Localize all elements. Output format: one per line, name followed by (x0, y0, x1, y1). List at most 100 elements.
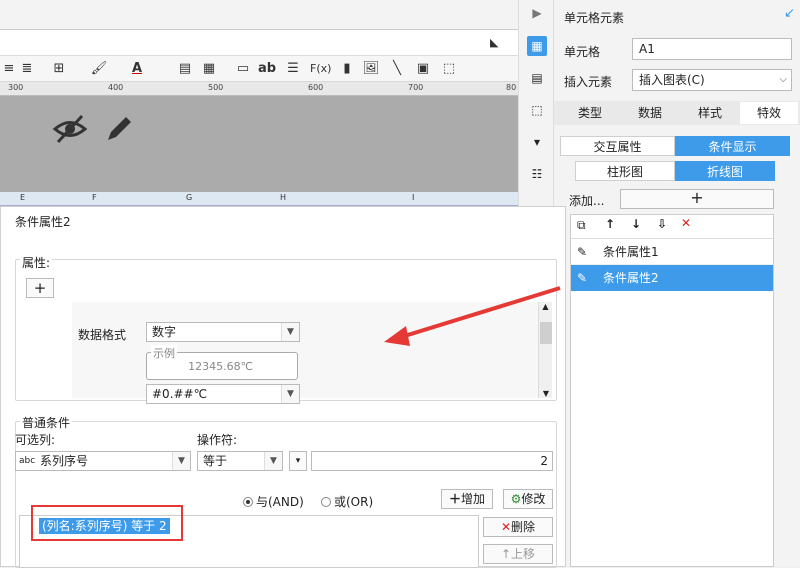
column-header-cell[interactable]: H (280, 193, 286, 202)
list-toolbar: ⧉ ↑ ↓ ⇩ ✕ (571, 215, 773, 239)
move-down-icon[interactable]: ↓ (631, 217, 641, 231)
image-icon[interactable]: 🖼 (362, 60, 380, 78)
list-widget-icon[interactable]: ☷ (527, 164, 547, 184)
insert-element-label: 插入元素 (564, 75, 613, 89)
add-btn-label: 增加 (461, 492, 486, 506)
chevron-down-icon[interactable]: ▼ (264, 452, 282, 470)
ruler-tick: 700 (408, 83, 424, 92)
ruler-tick: 600 (308, 83, 324, 92)
border-icon[interactable]: ⊞ (50, 60, 68, 78)
or-radio[interactable]: 或(OR) (321, 493, 373, 510)
value-type-button[interactable]: ▾ (289, 451, 307, 471)
edit-icon[interactable] (104, 112, 136, 144)
tab-type[interactable]: 类型 (560, 102, 620, 124)
value-text: 2 (540, 454, 548, 468)
frame-icon[interactable]: ⬚ (440, 60, 458, 78)
format-toolbar: ≡ ≣ ⊞ 🖌 A ▤ ▦ ▭ ab ☰ F(x) ▮ 🖼 ╲ ▣ ⬚ (0, 56, 518, 82)
move-up-button[interactable]: ↑上移 (483, 544, 553, 564)
copy-icon[interactable]: ⧉ (577, 218, 586, 233)
formula-icon[interactable]: F(x) (310, 60, 331, 78)
add-property-button[interactable]: + (26, 278, 54, 298)
format-pattern-select[interactable]: #0.##℃ ▼ (146, 384, 300, 404)
list-item[interactable]: ✎ 条件属性2 (571, 265, 773, 291)
merge-icon[interactable]: ▤ (176, 60, 194, 78)
chevron-down-icon[interactable]: ⌵ (779, 70, 787, 90)
chevron-down-icon[interactable]: ▼ (281, 323, 299, 341)
chart-icon[interactable]: ▮ (338, 60, 356, 78)
cell-label: 单元格 (564, 45, 601, 59)
list-item-label: 条件属性2 (603, 271, 659, 285)
tab-effects[interactable]: 特效 (740, 102, 798, 124)
dropdown-widget-icon[interactable]: ▾ (527, 132, 547, 152)
tab-style[interactable]: 样式 (680, 102, 740, 124)
operator-select[interactable]: 等于 ▼ (197, 451, 283, 471)
list-item-label: 条件属性1 (603, 245, 659, 259)
cell-attribute-icon[interactable]: ▤ (527, 68, 547, 88)
column-header-cell[interactable]: I (412, 193, 414, 202)
subreport-icon[interactable]: ▣ (414, 60, 432, 78)
insert-element-value: 插入图表(C) (639, 73, 705, 87)
add-condition-button[interactable]: ＋增加 (441, 489, 493, 509)
subtab-interaction[interactable]: 交互属性 (560, 136, 675, 156)
chevron-down-icon[interactable]: ▼ (172, 452, 190, 470)
modify-btn-label: 修改 (521, 492, 546, 506)
scroll-down-icon[interactable]: ▼ (539, 389, 553, 398)
operator-label: 操作符: (197, 433, 238, 447)
hide-icon[interactable] (52, 114, 88, 144)
cell-element-icon[interactable]: ▦ (527, 36, 547, 56)
cell-field[interactable]: A1 (632, 38, 792, 60)
up-btn-label: 上移 (511, 547, 536, 561)
pin-icon[interactable]: ↙ (784, 6, 795, 21)
canvas-area-header (0, 30, 518, 56)
tab-data[interactable]: 数据 (620, 102, 680, 124)
subtab-condition-display[interactable]: 条件显示 (675, 136, 790, 156)
text-icon[interactable]: ab (258, 60, 276, 78)
rich-text-icon[interactable]: ☰ (284, 60, 302, 78)
table-icon[interactable]: ▦ (200, 60, 218, 78)
move-up-icon[interactable]: ↑ (605, 217, 615, 231)
data-format-select[interactable]: 数字 ▼ (146, 322, 300, 342)
column-header-cell[interactable]: F (92, 193, 97, 202)
sort-icon[interactable]: ⇩ (657, 217, 667, 231)
example-box: 示例 12345.68℃ (146, 345, 298, 380)
fill-color-icon[interactable]: 🖌 (90, 60, 108, 78)
highlight-annotation (31, 505, 183, 541)
modify-condition-button[interactable]: ⚙修改 (503, 489, 553, 509)
list-item[interactable]: ✎ 条件属性1 (571, 239, 773, 265)
design-canvas[interactable] (0, 96, 518, 192)
font-color-icon[interactable]: A (128, 60, 146, 78)
align-center-icon[interactable]: ≡ (0, 60, 18, 78)
column-header-cell[interactable]: E (20, 193, 25, 202)
add-condition-button[interactable]: + (620, 189, 774, 209)
expand-icon[interactable]: ◣ (490, 36, 498, 49)
add-label: 添加... (569, 194, 605, 208)
condition-list: ⧉ ↑ ↓ ⇩ ✕ ✎ 条件属性1 ✎ 条件属性2 (570, 214, 774, 567)
ruler-tick: 80 (506, 83, 517, 92)
plus-icon: ＋ (448, 492, 461, 506)
radio-or-icon[interactable] (321, 497, 331, 507)
condition-dialog: 条件属性2 属性: + 数据格式 数字 ▼ 示例 12345.68℃ #0.##… (0, 206, 566, 568)
widget-icon[interactable]: ⬚ (527, 100, 547, 120)
slash-icon[interactable]: ╲ (388, 60, 406, 78)
chevron-down-icon[interactable]: ▼ (281, 385, 299, 403)
delete-icon[interactable]: ✕ (681, 216, 691, 230)
column-value: 系列序号 (40, 454, 89, 468)
properties-panel: 单元格元素 ↙ 单元格 A1 插入元素 插入图表(C) ⌵ 类型 数据 样式 特… (554, 0, 800, 567)
insert-element-select[interactable]: 插入图表(C) ⌵ (632, 69, 792, 91)
column-header-cell[interactable]: G (186, 193, 192, 202)
chart-type-line[interactable]: 折线图 (675, 161, 775, 181)
and-radio[interactable]: 与(AND) (243, 493, 304, 510)
panel-title: 单元格元素 (564, 11, 625, 25)
example-label: 示例 (151, 345, 177, 361)
ruler-tick: 300 (8, 83, 24, 92)
align-right-icon[interactable]: ≣ (18, 60, 36, 78)
up-arrow-icon: ↑ (500, 547, 512, 561)
delete-condition-button[interactable]: ✕删除 (483, 517, 553, 537)
radio-and-icon[interactable] (243, 497, 253, 507)
column-select[interactable]: abc 系列序号 ▼ (15, 451, 191, 471)
insert-row-icon[interactable]: ▭ (234, 60, 252, 78)
example-value: 12345.68℃ (188, 360, 253, 373)
chart-type-bar[interactable]: 柱形图 (575, 161, 675, 181)
collapse-arrow-icon[interactable]: ▶ (527, 6, 547, 26)
value-input[interactable]: 2 (311, 451, 553, 471)
